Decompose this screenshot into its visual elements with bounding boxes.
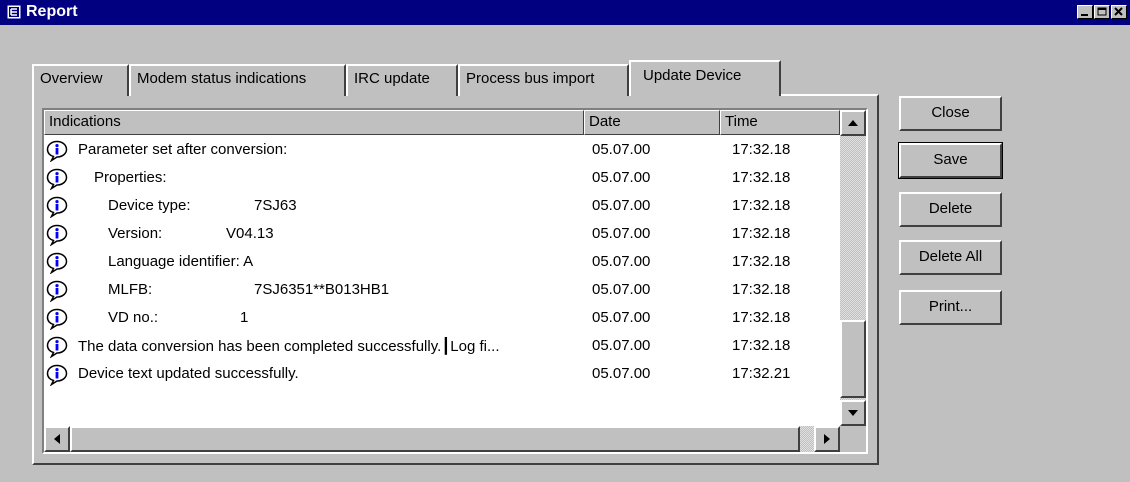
info-balloon-icon <box>46 308 68 331</box>
delete-button[interactable]: Delete <box>899 192 1002 227</box>
info-balloon-icon <box>46 196 68 219</box>
info-balloon-icon <box>46 336 68 359</box>
indication-text: Properties: <box>94 169 167 186</box>
maximize-button[interactable] <box>1094 5 1110 19</box>
list-row[interactable]: VD no.: 1 05.07.00 17:32.18 <box>44 305 838 333</box>
list-row[interactable]: Parameter set after conversion: 05.07.00 1… <box>44 137 838 165</box>
tab-update-device[interactable]: Update Device <box>629 60 781 96</box>
date-cell: 05.07.00 <box>592 169 651 186</box>
info-balloon-icon <box>46 168 68 191</box>
indication-text: Version: <box>108 225 163 242</box>
date-cell: 05.07.00 <box>592 197 651 214</box>
indication-text: Device text updated successfully. <box>78 365 299 382</box>
list-row[interactable]: Device type: 7SJ63 05.07.00 17:32.18 <box>44 193 838 221</box>
column-header-date[interactable]: Date <box>584 110 720 135</box>
info-balloon-icon <box>46 364 68 387</box>
indication-text: VD no.: <box>108 309 159 326</box>
date-cell: 05.07.00 <box>592 225 651 242</box>
report-window-icon[interactable] <box>6 4 22 20</box>
date-cell: 05.07.00 <box>592 337 651 354</box>
indication-value: V04.13 <box>226 225 274 242</box>
scroll-left-button[interactable] <box>44 426 70 452</box>
time-cell: 17:32.18 <box>732 141 791 158</box>
list-row[interactable]: The data conversion has been completed s… <box>44 333 838 361</box>
tab-irc-update[interactable]: IRC update <box>346 64 458 96</box>
date-cell: 05.07.00 <box>592 281 651 298</box>
date-cell: 05.07.00 <box>592 253 651 270</box>
time-cell: 17:32.18 <box>732 225 791 242</box>
scroll-up-button[interactable] <box>840 110 866 136</box>
window-title: Report <box>26 3 78 20</box>
scroll-right-button[interactable] <box>814 426 840 452</box>
list-row[interactable]: MLFB: 7SJ6351**B013HB1 05.07.00 17:32.18 <box>44 277 838 305</box>
date-cell: 05.07.00 <box>592 365 651 382</box>
tab-process-bus-import[interactable]: Process bus import <box>458 64 629 96</box>
scroll-down-button[interactable] <box>840 400 866 426</box>
time-cell: 17:32.18 <box>732 197 791 214</box>
arrow-right-icon <box>824 434 830 444</box>
indication-text: Device type: <box>108 197 191 214</box>
maximize-icon <box>1097 7 1107 16</box>
arrow-up-icon <box>848 120 858 126</box>
date-cell: 05.07.00 <box>592 309 651 326</box>
arrow-down-icon <box>848 410 858 416</box>
horizontal-scroll-thumb[interactable] <box>70 426 800 452</box>
indication-value: 1 <box>240 309 249 326</box>
indications-list[interactable]: Indications Date Time Parameter set afte… <box>42 108 868 454</box>
list-row[interactable]: Language identifier: A 05.07.00 17:32.18 <box>44 249 838 277</box>
indication-text: Language identifier: A <box>108 253 254 270</box>
arrow-left-icon <box>54 434 60 444</box>
delete-all-button[interactable]: Delete All <box>899 240 1002 275</box>
tab-overview[interactable]: Overview <box>32 64 129 96</box>
date-cell: 05.07.00 <box>592 141 651 158</box>
close-icon <box>1114 7 1123 16</box>
indication-text: MLFB: <box>108 281 153 298</box>
list-row[interactable]: Properties: 05.07.00 17:32.18 <box>44 165 838 193</box>
horizontal-scrollbar[interactable] <box>44 426 840 452</box>
time-cell: 17:32.18 <box>732 281 791 298</box>
time-cell: 17:32.18 <box>732 169 791 186</box>
list-row[interactable]: Device text updated successfully. 05.07.0… <box>44 361 838 389</box>
info-balloon-icon <box>46 252 68 275</box>
tab-modem-status-indications[interactable]: Modem status indications <box>129 64 346 96</box>
indication-value: 7SJ6351**B013HB1 <box>254 281 390 298</box>
indication-text: The data conversion has been completed s… <box>78 338 500 355</box>
indication-value: 7SJ63 <box>254 197 297 214</box>
save-button[interactable]: Save <box>898 142 1003 179</box>
time-cell: 17:32.18 <box>732 309 791 326</box>
time-cell: 17:32.18 <box>732 337 791 354</box>
title-bar: Report <box>0 0 1130 25</box>
list-row[interactable]: Version: V04.13 05.07.00 17:32.18 <box>44 221 838 249</box>
column-header-time[interactable]: Time <box>720 110 840 135</box>
info-balloon-icon <box>46 224 68 247</box>
scrollbar-corner <box>840 426 866 452</box>
column-header-indications[interactable]: Indications <box>44 110 584 135</box>
vertical-scroll-thumb[interactable] <box>840 320 866 398</box>
info-balloon-icon <box>46 140 68 163</box>
info-balloon-icon <box>46 280 68 303</box>
time-cell: 17:32.18 <box>732 253 791 270</box>
time-cell: 17:32.21 <box>732 365 791 382</box>
close-button[interactable]: Close <box>899 96 1002 131</box>
minimize-icon <box>1081 14 1088 16</box>
minimize-button[interactable] <box>1077 5 1093 19</box>
indication-text: Parameter set after conversion: <box>78 141 288 158</box>
close-window-button[interactable] <box>1111 5 1127 19</box>
vertical-scrollbar[interactable] <box>840 110 866 426</box>
print-button[interactable]: Print... <box>899 290 1002 325</box>
